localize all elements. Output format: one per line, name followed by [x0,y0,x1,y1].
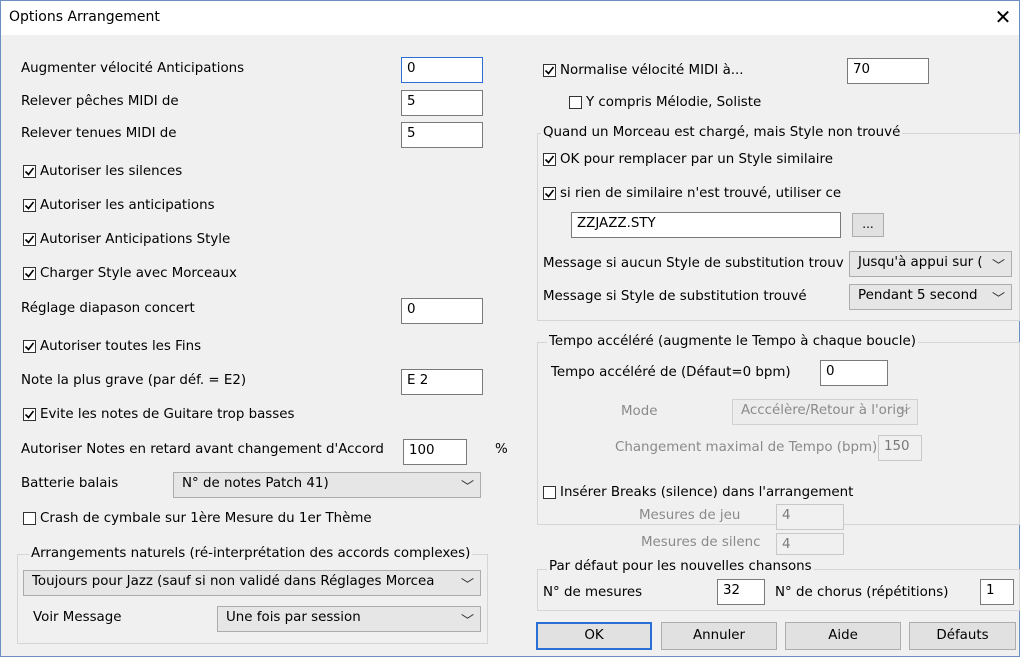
anticipation-velocity-input[interactable]: 0 [401,57,483,83]
checkbox-empty-icon [543,486,556,499]
avoid-low-guitar-label: Evite les notes de Guitare trop basses [40,407,295,422]
lowest-note-input[interactable]: E 2 [401,369,483,395]
raise-midi-holds-input[interactable]: 5 [401,122,483,148]
allow-anticipations-checkbox[interactable]: Autoriser les anticipations [23,198,215,213]
allow-style-anticipations-label: Autoriser Anticipations Style [40,232,231,247]
brush-drums-selected: N° de notes Patch 41) [182,476,329,491]
defaults-button[interactable]: Défauts [909,622,1016,650]
natural-arrangements-title: Arrangements naturels (ré-interprétation… [29,546,473,561]
natural-mode-select[interactable]: Toujours pour Jazz (sauf si non validé d… [23,570,481,596]
msg-none-selected: Jusqu'à appui sur ( [858,255,983,270]
chevron-down-icon: ﹀ [460,480,474,495]
natural-mode-selected: Toujours pour Jazz (sauf si non validé d… [32,574,435,589]
choruses-input[interactable]: 1 [980,579,1014,605]
allow-anticipations-label: Autoriser les anticipations [40,198,215,213]
normalize-velocity-label: Normalise vélocité MIDI à... [560,63,744,78]
checkbox-checked-icon [543,187,556,200]
checkbox-empty-icon [23,512,36,525]
raise-midi-peaks-input[interactable]: 5 [401,90,483,116]
concert-pitch-label: Réglage diapason concert [21,301,195,316]
brush-drums-label: Batterie balais [21,476,119,491]
normalize-velocity-checkbox[interactable]: Normalise vélocité MIDI à... [543,63,744,78]
chevron-down-icon: ﹀ [897,407,911,422]
raise-midi-peaks-label: Relever pêches MIDI de [21,94,179,109]
late-notes-label: Autoriser Notes en retard avant changeme… [21,442,384,457]
choruses-label: N° de chorus (répétitions) [775,585,949,600]
if-none-use-label: si rien de similaire n'est trouvé, utili… [560,186,842,201]
browse-button[interactable]: ... [852,213,884,237]
checkbox-checked-icon [23,233,36,246]
msg-none-label: Message si aucun Style de substitution t… [543,256,844,271]
tempo-accel-input[interactable]: 0 [820,360,888,386]
checkbox-checked-icon [23,408,36,421]
avoid-low-guitar-checkbox[interactable]: Evite les notes de Guitare trop basses [23,407,294,422]
silence-bars-input[interactable]: 4 [776,533,844,555]
checkbox-checked-icon [23,340,36,353]
style-file-input[interactable]: ZZJAZZ.STY [571,212,841,238]
anticipation-velocity-label: Augmenter vélocité Anticipations [21,61,245,76]
msg-found-label: Message si Style de substitution trouvé [543,289,807,304]
brush-drums-select[interactable]: N° de notes Patch 41) ﹀ [173,472,481,498]
new-songs-defaults-title: Par défaut pour les nouvelles chansons [547,559,814,574]
allow-all-endings-checkbox[interactable]: Autoriser toutes les Fins [23,339,201,354]
ok-replace-label: OK pour remplacer par un Style similaire [560,152,833,167]
allow-style-anticipations-checkbox[interactable]: Autoriser Anticipations Style [23,232,230,247]
insert-breaks-checkbox[interactable]: Insérer Breaks (silence) dans l'arrangem… [543,485,853,500]
bars-count-input[interactable]: 32 [717,579,765,605]
title-bar: Options Arrangement ✕ [1,1,1019,35]
crash-cymbal-label: Crash de cymbale sur 1ère Mesure du 1er … [40,511,372,526]
chevron-down-icon: ﹀ [991,259,1005,274]
msg-found-selected: Pendant 5 second [858,288,978,303]
include-melody-label: Y compris Mélodie, Soliste [586,95,762,110]
close-icon[interactable]: ✕ [991,5,1015,29]
normalize-velocity-input[interactable]: 70 [847,58,929,84]
load-style-with-songs-checkbox[interactable]: Charger Style avec Morceaux [23,266,237,281]
chevron-down-icon: ﹀ [991,292,1005,307]
tempo-mode-selected: Acccélère/Retour à l'origi [741,403,909,418]
msg-none-select[interactable]: Jusqu'à appui sur ( ﹀ [849,251,1012,277]
silence-bars-label: Mesures de silenc [641,535,761,550]
max-tempo-change-label: Changement maximal de Tempo (bpm) [615,440,878,455]
include-melody-checkbox[interactable]: Y compris Mélodie, Soliste [569,95,761,110]
allow-rests-checkbox[interactable]: Autoriser les silences [23,164,182,179]
tempo-mode-label: Mode [621,404,658,419]
msg-found-select[interactable]: Pendant 5 second ﹀ [849,284,1012,310]
checkbox-empty-icon [569,96,582,109]
see-message-select[interactable]: Une fois par session ﹀ [217,606,481,632]
play-bars-input[interactable]: 4 [776,504,844,530]
crash-cymbal-checkbox[interactable]: Crash de cymbale sur 1ère Mesure du 1er … [23,511,372,526]
window-title: Options Arrangement [9,9,160,25]
percent-unit: % [495,442,508,457]
checkbox-checked-icon [23,267,36,280]
load-style-with-songs-label: Charger Style avec Morceaux [40,266,237,281]
tempo-group-title: Tempo accéléré (augmente le Tempo à chaq… [547,334,918,349]
bars-count-label: N° de mesures [543,585,643,600]
see-message-label: Voir Message [33,610,122,625]
lowest-note-label: Note la plus grave (par déf. = E2) [21,373,247,388]
checkbox-checked-icon [23,199,36,212]
raise-midi-holds-label: Relever tenues MIDI de [21,126,177,141]
checkbox-checked-icon [23,165,36,178]
play-bars-label: Mesures de jeu [639,508,741,523]
ok-replace-checkbox[interactable]: OK pour remplacer par un Style similaire [543,152,833,167]
cancel-button[interactable]: Annuler [661,622,777,650]
late-notes-input[interactable]: 100 [403,439,467,465]
allow-all-endings-label: Autoriser toutes les Fins [40,339,202,354]
chevron-down-icon: ﹀ [460,578,474,593]
allow-rests-label: Autoriser les silences [40,164,183,179]
checkbox-checked-icon [543,153,556,166]
if-none-use-checkbox[interactable]: si rien de similaire n'est trouvé, utili… [543,186,841,201]
style-not-found-title: Quand un Morceau est chargé, mais Style … [541,125,903,140]
insert-breaks-label: Insérer Breaks (silence) dans l'arrangem… [560,485,854,500]
ok-button[interactable]: OK [536,622,652,650]
max-tempo-change-input[interactable]: 150 [878,435,922,461]
see-message-selected: Une fois par session [226,610,361,625]
help-button[interactable]: Aide [785,622,901,650]
checkbox-checked-icon [543,64,556,77]
tempo-mode-select[interactable]: Acccélère/Retour à l'origi ﹀ [732,399,918,425]
options-arrangement-dialog: Options Arrangement ✕ Augmenter vélocité… [0,0,1020,657]
chevron-down-icon: ﹀ [460,614,474,629]
tempo-accel-label: Tempo accéléré de (Défaut=0 bpm) [551,365,791,380]
concert-pitch-input[interactable]: 0 [401,298,483,324]
